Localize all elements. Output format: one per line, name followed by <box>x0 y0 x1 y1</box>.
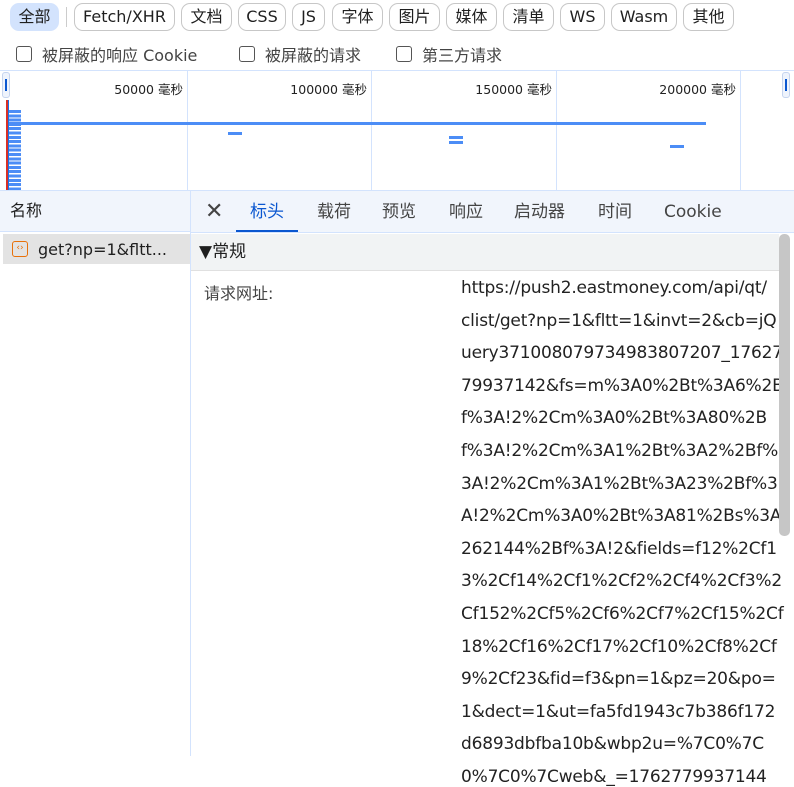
filter-wasm[interactable]: Wasm <box>611 3 677 31</box>
url-line: 262144%2Bf%3A!2&fields=f12%2Cf1 <box>461 538 777 559</box>
request-name: get?np=1&fltt... <box>38 239 168 259</box>
divider <box>190 191 191 756</box>
timeline-tick: 150000 毫秒 <box>475 82 552 97</box>
tab-timing[interactable]: 时间 <box>598 192 632 232</box>
url-line: uery371008079734983807207_17627 <box>461 343 783 364</box>
checkbox-label: 被屏蔽的响应 Cookie <box>42 46 198 65</box>
filter-img[interactable]: 图片 <box>389 3 440 31</box>
checkbox-icon <box>16 46 32 62</box>
third-party-checkbox[interactable]: 第三方请求 <box>396 42 502 66</box>
filter-css[interactable]: CSS <box>238 3 286 31</box>
url-line: 3%2Cf14%2Cf1%2Cf2%2Cf4%2Cf3%2 <box>461 571 783 592</box>
filter-all[interactable]: 全部 <box>10 3 59 31</box>
url-line: d6893dbfba10b&wbp2u=%7C0%7C <box>461 734 764 755</box>
url-line: f%3A!2%2Cm%3A1%2Bt%3A2%2Bf% <box>461 441 779 461</box>
general-section-header[interactable]: ▼常规 <box>191 234 779 271</box>
timeline-bar <box>670 145 684 148</box>
tab-preview[interactable]: 预览 <box>382 192 416 232</box>
url-line: A!2%2Cm%3A0%2Bt%3A81%2Bs%3A <box>461 506 782 527</box>
request-row[interactable]: ‹› get?np=1&fltt... <box>3 234 190 264</box>
url-line: 18%2Cf16%2Cf17%2Cf10%2Cf8%2Cf <box>461 636 777 657</box>
timeline-bar <box>228 132 242 135</box>
url-line: 79937142&fs=m%3A0%2Bt%3A6%2B <box>461 375 784 396</box>
filter-manifest[interactable]: 清单 <box>503 3 554 31</box>
tab-headers[interactable]: 标头 <box>236 192 298 232</box>
filter-ws[interactable]: WS <box>560 3 605 31</box>
url-line: https://push2.eastmoney.com/api/qt/ <box>461 278 767 298</box>
url-line: clist/get?np=1&fltt=1&invt=2&cb=jQ <box>461 310 777 331</box>
timeline-handle-right[interactable] <box>782 72 790 98</box>
url-line: 1&dect=1&ut=fa5fd1943c7b386f172 <box>461 701 776 722</box>
divider <box>0 70 794 71</box>
divider <box>66 7 67 27</box>
timeline-tick: 100000 毫秒 <box>290 82 367 97</box>
filter-js[interactable]: JS <box>292 3 325 31</box>
checkbox-label: 第三方请求 <box>422 46 503 65</box>
url-line: 3A!2%2Cm%3A1%2Bt%3A23%2Bf%3 <box>461 473 778 494</box>
grid-line <box>187 70 188 191</box>
timeline-bar <box>449 136 463 139</box>
checkbox-icon <box>396 46 412 62</box>
blocked-requests-checkbox[interactable]: 被屏蔽的请求 <box>239 42 361 66</box>
request-url-label: 请求网址: <box>204 284 274 303</box>
filter-doc[interactable]: 文档 <box>181 3 232 31</box>
url-line: 0%7C0%7Cweb&_=1762779937144 <box>461 767 767 787</box>
url-line: 9%2Cf23&fid=f3&pn=1&pz=20&po= <box>461 669 776 690</box>
timeline-bar <box>9 122 706 125</box>
filter-other[interactable]: 其他 <box>683 3 734 31</box>
tab-payload[interactable]: 载荷 <box>317 192 351 232</box>
url-line: Cf152%2Cf5%2Cf6%2Cf7%2Cf15%2Cf <box>461 604 784 624</box>
filter-media[interactable]: 媒体 <box>446 3 497 31</box>
grid-line <box>371 70 372 191</box>
timeline-tick: 50000 毫秒 <box>114 82 183 97</box>
timeline-tick: 200000 毫秒 <box>659 82 736 97</box>
blocked-cookies-checkbox[interactable]: 被屏蔽的响应 Cookie <box>16 42 197 66</box>
close-icon[interactable]: ✕ <box>205 199 223 224</box>
filter-fetch-xhr[interactable]: Fetch/XHR <box>74 3 175 31</box>
scrollbar-thumb[interactable] <box>779 234 790 536</box>
url-line: f%3A!2%2Cm%3A0%2Bt%3A80%2B <box>461 408 767 429</box>
filter-font[interactable]: 字体 <box>332 3 383 31</box>
timeline-bars-cluster <box>9 110 21 190</box>
grid-line <box>740 70 741 191</box>
tab-initiator[interactable]: 启动器 <box>514 192 565 232</box>
timeline-handle-left[interactable] <box>2 72 10 98</box>
name-column-header[interactable]: 名称 <box>0 191 190 232</box>
checkbox-label: 被屏蔽的请求 <box>265 46 362 65</box>
tab-cookie[interactable]: Cookie <box>664 192 722 232</box>
timeline-bar <box>449 141 463 144</box>
grid-line <box>556 70 557 191</box>
tab-response[interactable]: 响应 <box>449 192 483 232</box>
xhr-icon: ‹› <box>12 241 28 257</box>
checkbox-icon <box>239 46 255 62</box>
